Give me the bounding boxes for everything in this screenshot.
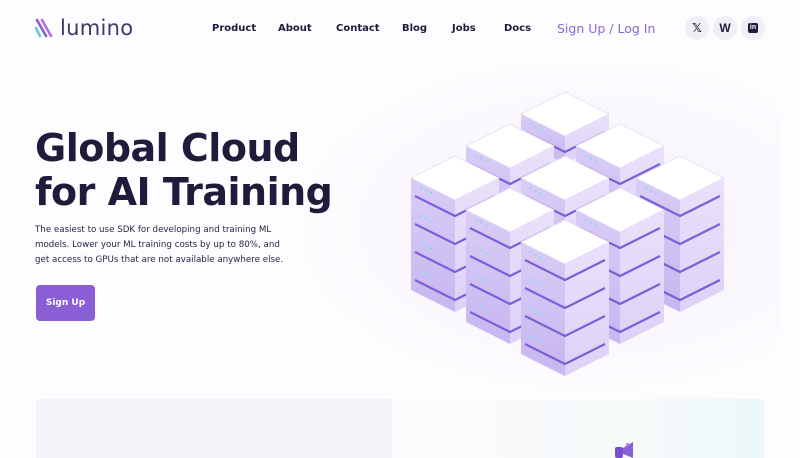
server-led bbox=[594, 223, 598, 227]
w-icon[interactable]: W bbox=[713, 16, 737, 40]
hero-subtitle: The easiest to use SDK for developing an… bbox=[35, 225, 284, 265]
feature-panel-left bbox=[36, 399, 392, 458]
nav-link-about[interactable]: About bbox=[278, 23, 312, 34]
server-led bbox=[484, 223, 488, 227]
signup-login-link[interactable]: Sign Up / Log In bbox=[557, 21, 655, 36]
server-led bbox=[649, 189, 653, 192]
hero-title-line-1: Global Cloud bbox=[35, 126, 300, 170]
server-led bbox=[529, 186, 533, 190]
server-led bbox=[429, 247, 433, 251]
server-led bbox=[479, 277, 483, 280]
top-nav: lumino Product About Contact Blog Jobs D… bbox=[0, 0, 800, 58]
server-led bbox=[529, 306, 533, 310]
server-led bbox=[479, 221, 483, 224]
server-led bbox=[529, 334, 533, 338]
nav-link-docs[interactable]: Docs bbox=[504, 23, 531, 34]
server-led bbox=[424, 189, 428, 192]
x-glyph: 𝕏 bbox=[692, 21, 702, 35]
x-icon[interactable]: 𝕏 bbox=[685, 16, 709, 40]
server-led bbox=[419, 242, 423, 246]
server-led bbox=[534, 309, 538, 312]
nav-link-contact[interactable]: Contact bbox=[336, 23, 380, 34]
server-led bbox=[419, 186, 423, 190]
server-led bbox=[419, 214, 423, 218]
signup-button[interactable]: Sign Up bbox=[36, 285, 95, 321]
server-led bbox=[429, 191, 433, 195]
server-led bbox=[484, 251, 488, 255]
server-led bbox=[534, 189, 538, 192]
server-led bbox=[474, 246, 478, 250]
server-led bbox=[589, 221, 593, 224]
server-led bbox=[654, 191, 658, 195]
megaphone-icon bbox=[615, 442, 633, 458]
server-led bbox=[479, 157, 483, 160]
server-led bbox=[534, 253, 538, 256]
nav-link-jobs[interactable]: Jobs bbox=[452, 23, 476, 34]
server-led bbox=[584, 218, 588, 222]
server-led bbox=[424, 217, 428, 220]
server-led bbox=[424, 245, 428, 248]
server-led bbox=[484, 307, 488, 311]
hero-title-line-2: for AI Training bbox=[35, 170, 333, 214]
linkedin-icon[interactable]: in bbox=[741, 16, 765, 40]
server-led bbox=[539, 255, 543, 259]
nav-link-blog[interactable]: Blog bbox=[402, 23, 427, 34]
server-rack-illustration bbox=[410, 91, 725, 376]
w-glyph: W bbox=[719, 21, 731, 35]
server-led bbox=[529, 278, 533, 282]
server-led bbox=[589, 157, 593, 160]
brand-name: lumino bbox=[60, 16, 134, 40]
server-led bbox=[474, 218, 478, 222]
server-led bbox=[479, 249, 483, 252]
lumino-logo-icon bbox=[34, 18, 53, 38]
server-led bbox=[594, 159, 598, 163]
server-led bbox=[534, 125, 538, 128]
server-led bbox=[484, 159, 488, 163]
server-led bbox=[479, 305, 483, 308]
server-led bbox=[539, 191, 543, 195]
server-led bbox=[474, 154, 478, 158]
server-led bbox=[529, 250, 533, 254]
server-led bbox=[539, 283, 543, 287]
server-led bbox=[474, 302, 478, 306]
server-led bbox=[644, 186, 648, 190]
server-led bbox=[474, 274, 478, 278]
linkedin-glyph: in bbox=[748, 23, 758, 33]
server-led bbox=[529, 122, 533, 126]
server-led bbox=[539, 311, 543, 315]
server-led bbox=[539, 127, 543, 131]
brand-logo[interactable]: lumino bbox=[34, 16, 133, 40]
server-led bbox=[539, 339, 543, 343]
hero-title: Global Cloud for AI Training bbox=[35, 126, 355, 214]
server-led bbox=[534, 281, 538, 284]
server-led bbox=[429, 219, 433, 223]
server-led bbox=[429, 275, 433, 279]
nav-link-product[interactable]: Product bbox=[212, 23, 256, 34]
server-led bbox=[584, 154, 588, 158]
server-led bbox=[424, 273, 428, 276]
server-led bbox=[484, 279, 488, 283]
feature-panel-right bbox=[392, 399, 764, 458]
server-led bbox=[534, 337, 538, 340]
server-led bbox=[419, 270, 423, 274]
